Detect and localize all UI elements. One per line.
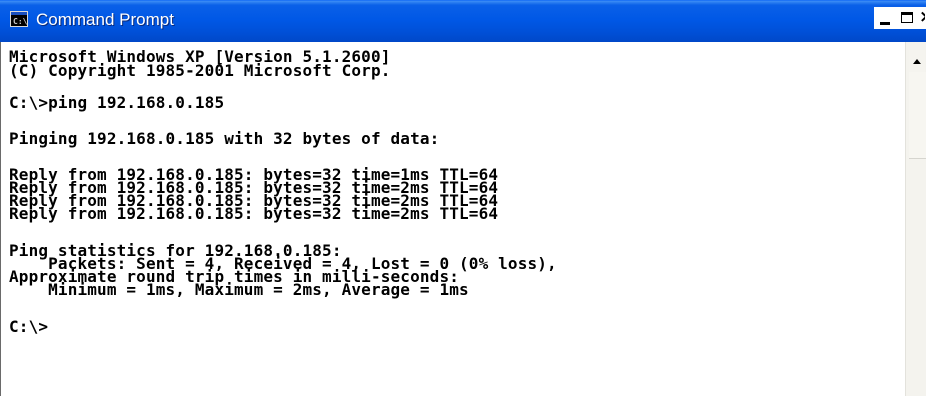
console-line: C:\>ping 192.168.0.185 [9, 93, 225, 112]
console-line: Minimum = 1ms, Maximum = 2ms, Average = … [9, 280, 469, 299]
scroll-up-arrow-icon [913, 59, 921, 64]
vertical-scrollbar[interactable] [905, 42, 926, 396]
console-line: Reply from 192.168.0.185: bytes=32 time=… [9, 204, 499, 223]
console-prompt[interactable]: C:\> [9, 319, 48, 335]
minimize-button[interactable] [874, 7, 896, 29]
command-prompt-icon-text: C:\ [13, 17, 28, 26]
close-button[interactable]: × [918, 7, 926, 29]
maximize-button[interactable] [896, 7, 918, 29]
maximize-icon [901, 12, 913, 23]
close-icon: × [919, 8, 925, 27]
scroll-thumb[interactable] [909, 72, 926, 159]
scroll-up-button[interactable] [909, 50, 925, 72]
console-output[interactable]: Microsoft Windows XP [Version 5.1.2600] … [9, 50, 904, 396]
console-line: Pinging 192.168.0.185 with 32 bytes of d… [9, 129, 440, 148]
title-bar[interactable]: C:\ Command Prompt × [0, 0, 926, 42]
console-area[interactable]: Microsoft Windows XP [Version 5.1.2600] … [0, 42, 926, 396]
command-prompt-window: C:\ Command Prompt × Microsoft Windows X… [0, 0, 926, 396]
command-prompt-icon[interactable]: C:\ [10, 11, 28, 27]
console-line: (C) Copyright 1985-2001 Microsoft Corp. [9, 61, 391, 80]
minimize-icon [880, 22, 890, 25]
window-title: Command Prompt [36, 10, 174, 29]
